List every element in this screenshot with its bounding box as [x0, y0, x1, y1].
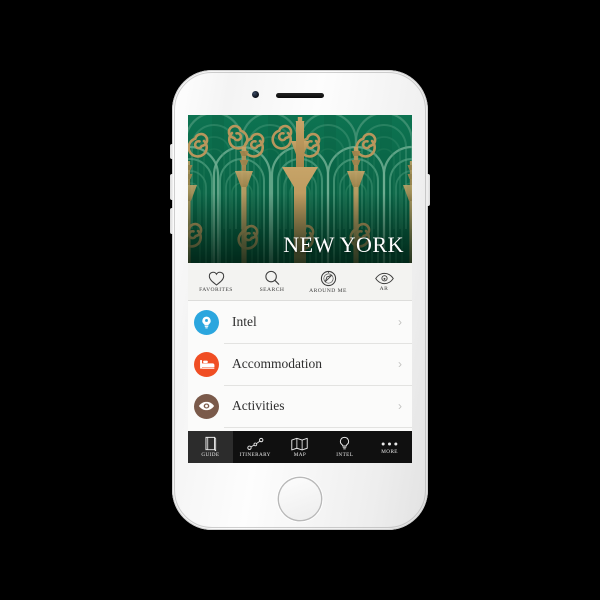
quick-action-search[interactable]: SEARCH — [244, 263, 300, 300]
lightbulb-icon — [338, 436, 351, 451]
eye-icon — [194, 393, 219, 419]
screenshot-stage: NEW YORK FAVORITES SEARCH AROUND ME AR I… — [0, 0, 600, 600]
volume-down-button[interactable] — [170, 208, 173, 234]
quick-action-label: AROUND ME — [309, 287, 347, 294]
tab-itinerary[interactable]: ITINERARY — [233, 431, 278, 463]
power-button[interactable] — [427, 174, 430, 206]
list-item-accommodation[interactable]: Accommodation › — [188, 343, 412, 385]
list-item-label: Accommodation — [232, 356, 322, 371]
quick-action-ar[interactable]: AR — [356, 263, 412, 300]
phone-screen: NEW YORK FAVORITES SEARCH AROUND ME AR I… — [188, 115, 412, 463]
ellipsis-icon — [380, 440, 399, 448]
list-item-label: Activities — [232, 398, 285, 413]
heart-icon — [208, 271, 225, 286]
search-icon — [264, 270, 281, 286]
phone-device: NEW YORK FAVORITES SEARCH AROUND ME AR I… — [170, 70, 430, 530]
destination-title: NEW YORK — [283, 232, 404, 257]
compass-icon — [320, 270, 337, 287]
eye-icon — [374, 272, 394, 285]
chevron-right-icon: › — [398, 399, 402, 413]
home-button[interactable] — [279, 478, 321, 520]
front-camera-icon — [252, 91, 259, 98]
map-icon — [291, 437, 309, 451]
lightbulb-icon — [194, 309, 219, 335]
quick-action-bar: FAVORITES SEARCH AROUND ME AR — [188, 263, 412, 301]
route-icon — [246, 437, 264, 451]
bed-icon — [194, 351, 219, 377]
book-icon — [204, 436, 217, 451]
tab-label: MORE — [381, 448, 398, 455]
list-item-activities[interactable]: Activities › — [188, 385, 412, 427]
list-item-intel[interactable]: Intel › — [188, 301, 412, 343]
tab-label: GUIDE — [201, 452, 220, 458]
tab-label: MAP — [293, 451, 307, 458]
quick-action-label: SEARCH — [259, 287, 285, 293]
earpiece-speaker — [276, 93, 324, 98]
bottom-tab-bar: GUIDE ITINERARY MAP INTEL MORE — [188, 431, 412, 463]
quick-action-label: FAVORITES — [199, 286, 233, 293]
tab-guide[interactable]: GUIDE — [188, 431, 233, 463]
quick-action-favorites[interactable]: FAVORITES — [188, 263, 244, 300]
tab-label: INTEL — [336, 452, 354, 458]
hero-header: NEW YORK — [188, 115, 412, 263]
tab-label: ITINERARY — [239, 451, 271, 458]
quick-action-label: AR — [379, 285, 389, 292]
tab-map[interactable]: MAP — [278, 431, 323, 463]
volume-up-button[interactable] — [170, 174, 173, 200]
chevron-right-icon: › — [398, 315, 402, 329]
tab-intel[interactable]: INTEL — [322, 431, 367, 463]
tab-more[interactable]: MORE — [367, 431, 412, 463]
quick-action-around-me[interactable]: AROUND ME — [300, 263, 356, 300]
silent-switch[interactable] — [170, 144, 173, 159]
chevron-right-icon: › — [398, 357, 402, 371]
list-item-label: Intel — [232, 314, 257, 329]
